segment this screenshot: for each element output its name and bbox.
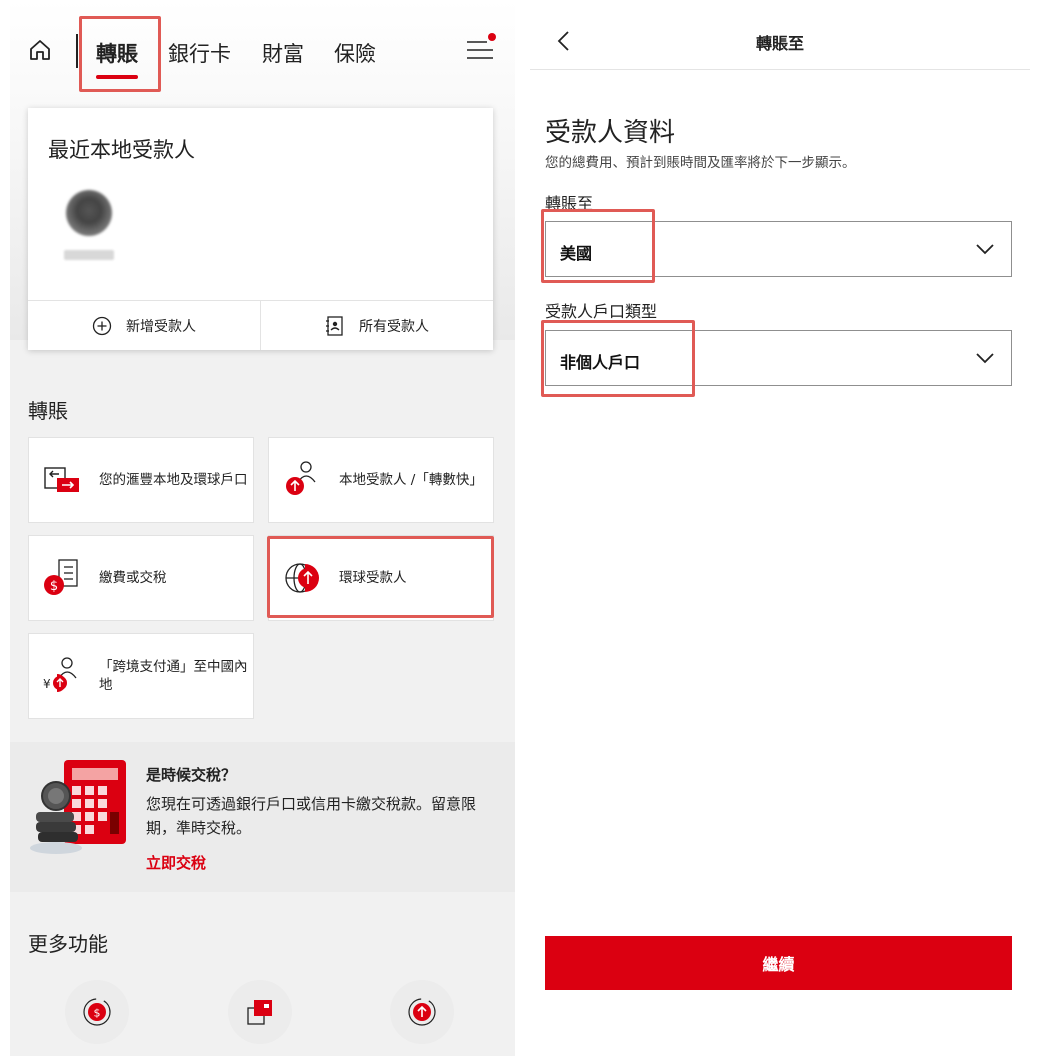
tab-insurance[interactable]: 保險: [334, 38, 376, 68]
tab-bank-card[interactable]: 銀行卡: [168, 38, 231, 68]
highlight-account-type: [541, 320, 695, 397]
more-feature-cards[interactable]: [228, 980, 292, 1044]
screen-header: 轉賬至: [530, 0, 1030, 70]
promo-text: 您現在可透過銀行戶口或信用卡繳交稅款。留意限期，準時交稅。: [146, 795, 477, 837]
svg-text:$: $: [50, 579, 58, 594]
tile-bill-tax-label: 繳費或交稅: [99, 570, 167, 586]
promo-title: 是時候交稅？: [146, 766, 237, 784]
currency-exchange-icon: $: [83, 998, 111, 1026]
chevron-down-icon: [976, 353, 994, 364]
recent-payees-card: 最近本地受款人 新增受款人 所有受款人: [28, 108, 493, 350]
tab-wealth[interactable]: 財富: [262, 38, 304, 68]
tile-bill-tax[interactable]: $ 繳費或交稅: [28, 535, 254, 621]
local-payee-icon: [286, 461, 316, 495]
calculator-coins-icon: [30, 760, 126, 854]
notification-dot: [488, 33, 496, 41]
tax-promo-banner: 是時候交稅？ 您現在可透過銀行戶口或信用卡繳交稅款。留意限期，準時交稅。 立即交…: [10, 742, 515, 892]
transfer-menu-screen: 轉賬 銀行卡 財富 保險 最近本地受款人 新增受款人 所有受款人 轉賬 您的滙豐…: [10, 0, 515, 1056]
continue-button[interactable]: 繼續: [545, 936, 1012, 990]
svg-text:¥: ¥: [43, 677, 51, 691]
pay-tax-now-link[interactable]: 立即交稅: [146, 852, 206, 873]
plus-circle-icon: [92, 316, 112, 335]
bill-payment-icon: $: [44, 559, 78, 595]
payee-details-subtitle: 您的總費用、預計到賬時間及匯率將於下一步顯示。: [545, 155, 856, 171]
home-icon[interactable]: [28, 38, 52, 62]
tile-own-accounts-label: 您的滙豐本地及環球戶口: [99, 472, 248, 488]
nav-divider: [76, 34, 78, 68]
account-transfer-icon: [44, 467, 79, 492]
screen-title: 轉賬至: [755, 34, 804, 53]
more-features-title: 更多功能: [28, 932, 108, 956]
contact-book-icon: [326, 315, 343, 336]
recent-payees-actions: 新增受款人 所有受款人: [28, 300, 493, 350]
more-feature-transfer-history[interactable]: [390, 980, 454, 1044]
tile-local-payee-fps-label: 本地受款人 /「轉數快」: [339, 472, 483, 488]
recent-payees-title: 最近本地受款人: [48, 138, 195, 162]
tile-own-accounts[interactable]: 您的滙豐本地及環球戶口: [28, 437, 254, 523]
add-payee-button[interactable]: 新增受款人: [28, 301, 260, 350]
highlight-transfer-to: [541, 209, 655, 283]
payee-name-blurred: [64, 250, 114, 260]
all-payees-label: 所有受款人: [359, 318, 429, 335]
tile-cross-boundary-label: 「跨境支付通」至中國內地: [99, 659, 248, 693]
refresh-transfer-icon: [408, 998, 436, 1026]
svg-text:$: $: [94, 1007, 101, 1020]
add-payee-label: 新增受款人: [126, 318, 196, 335]
highlight-global-payee: [267, 536, 494, 618]
chevron-down-icon: [976, 244, 994, 255]
tile-local-payee-fps[interactable]: 本地受款人 /「轉數快」: [268, 437, 494, 523]
more-feature-currency-exchange[interactable]: $: [65, 980, 129, 1044]
payee-details-heading: 受款人資料: [545, 118, 676, 148]
tile-cross-boundary[interactable]: ¥ 「跨境支付通」至中國內地: [28, 633, 254, 719]
card-icon: [247, 1000, 272, 1025]
payee-details-screen: 轉賬至 受款人資料 您的總費用、預計到賬時間及匯率將於下一步顯示。 轉賬至 美國…: [530, 0, 1030, 1056]
all-payees-button[interactable]: 所有受款人: [260, 301, 493, 350]
account-type-label: 受款人戶口類型: [545, 302, 658, 321]
transfer-section-title: 轉賬: [28, 399, 68, 423]
avatar[interactable]: [66, 190, 112, 236]
highlight-transfer-tab: [79, 16, 161, 92]
cross-boundary-icon: ¥: [43, 657, 77, 692]
